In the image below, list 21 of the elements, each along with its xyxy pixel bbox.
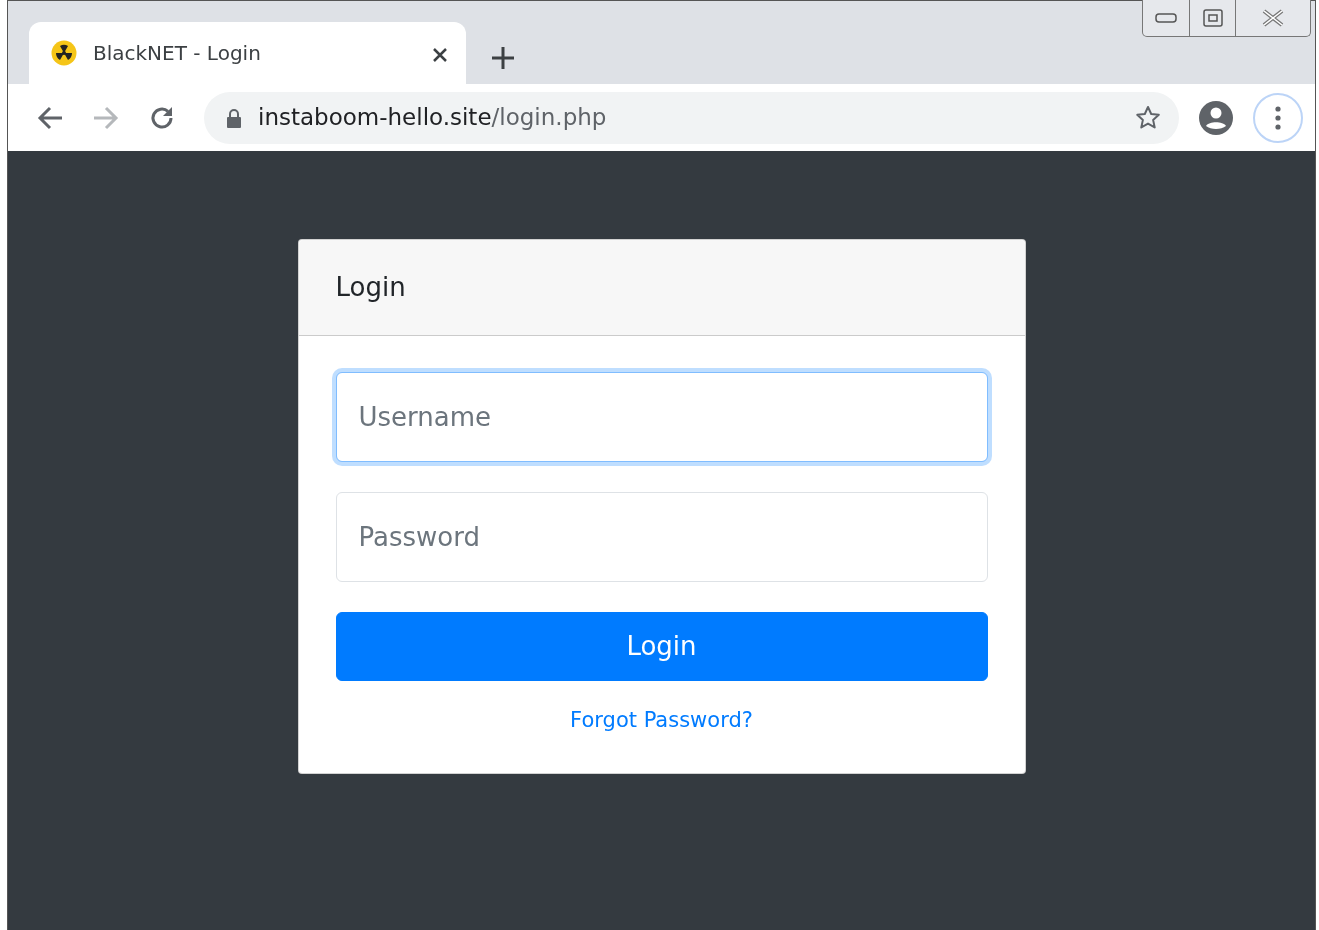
close-icon <box>432 46 448 63</box>
address-bar[interactable]: instaboom-hello.site/login.php <box>204 91 1179 144</box>
url-text: instaboom-hello.site/login.php <box>258 103 607 133</box>
login-button[interactable]: Login <box>335 612 988 681</box>
star-icon[interactable] <box>1135 104 1161 131</box>
profile-icon[interactable] <box>1199 100 1233 135</box>
browser-tab[interactable]: BlackNET - Login <box>29 22 466 84</box>
tab-title: BlackNET - Login <box>93 40 261 67</box>
card-title: Login <box>298 240 1025 336</box>
input-field[interactable]: Username <box>335 372 988 462</box>
lock-icon <box>226 107 242 128</box>
forward-arrow-icon <box>92 104 120 131</box>
minimize-icon <box>1155 13 1177 23</box>
back-arrow-icon <box>36 104 64 131</box>
maximize-icon <box>1202 9 1223 27</box>
close-icon <box>1262 9 1284 27</box>
radiation-icon <box>51 40 77 66</box>
plus-icon <box>492 46 514 69</box>
forgot-password-link[interactable]: Forgot Password? <box>570 708 753 732</box>
menu-icon <box>1275 105 1281 130</box>
input-field[interactable]: Password <box>335 492 988 582</box>
